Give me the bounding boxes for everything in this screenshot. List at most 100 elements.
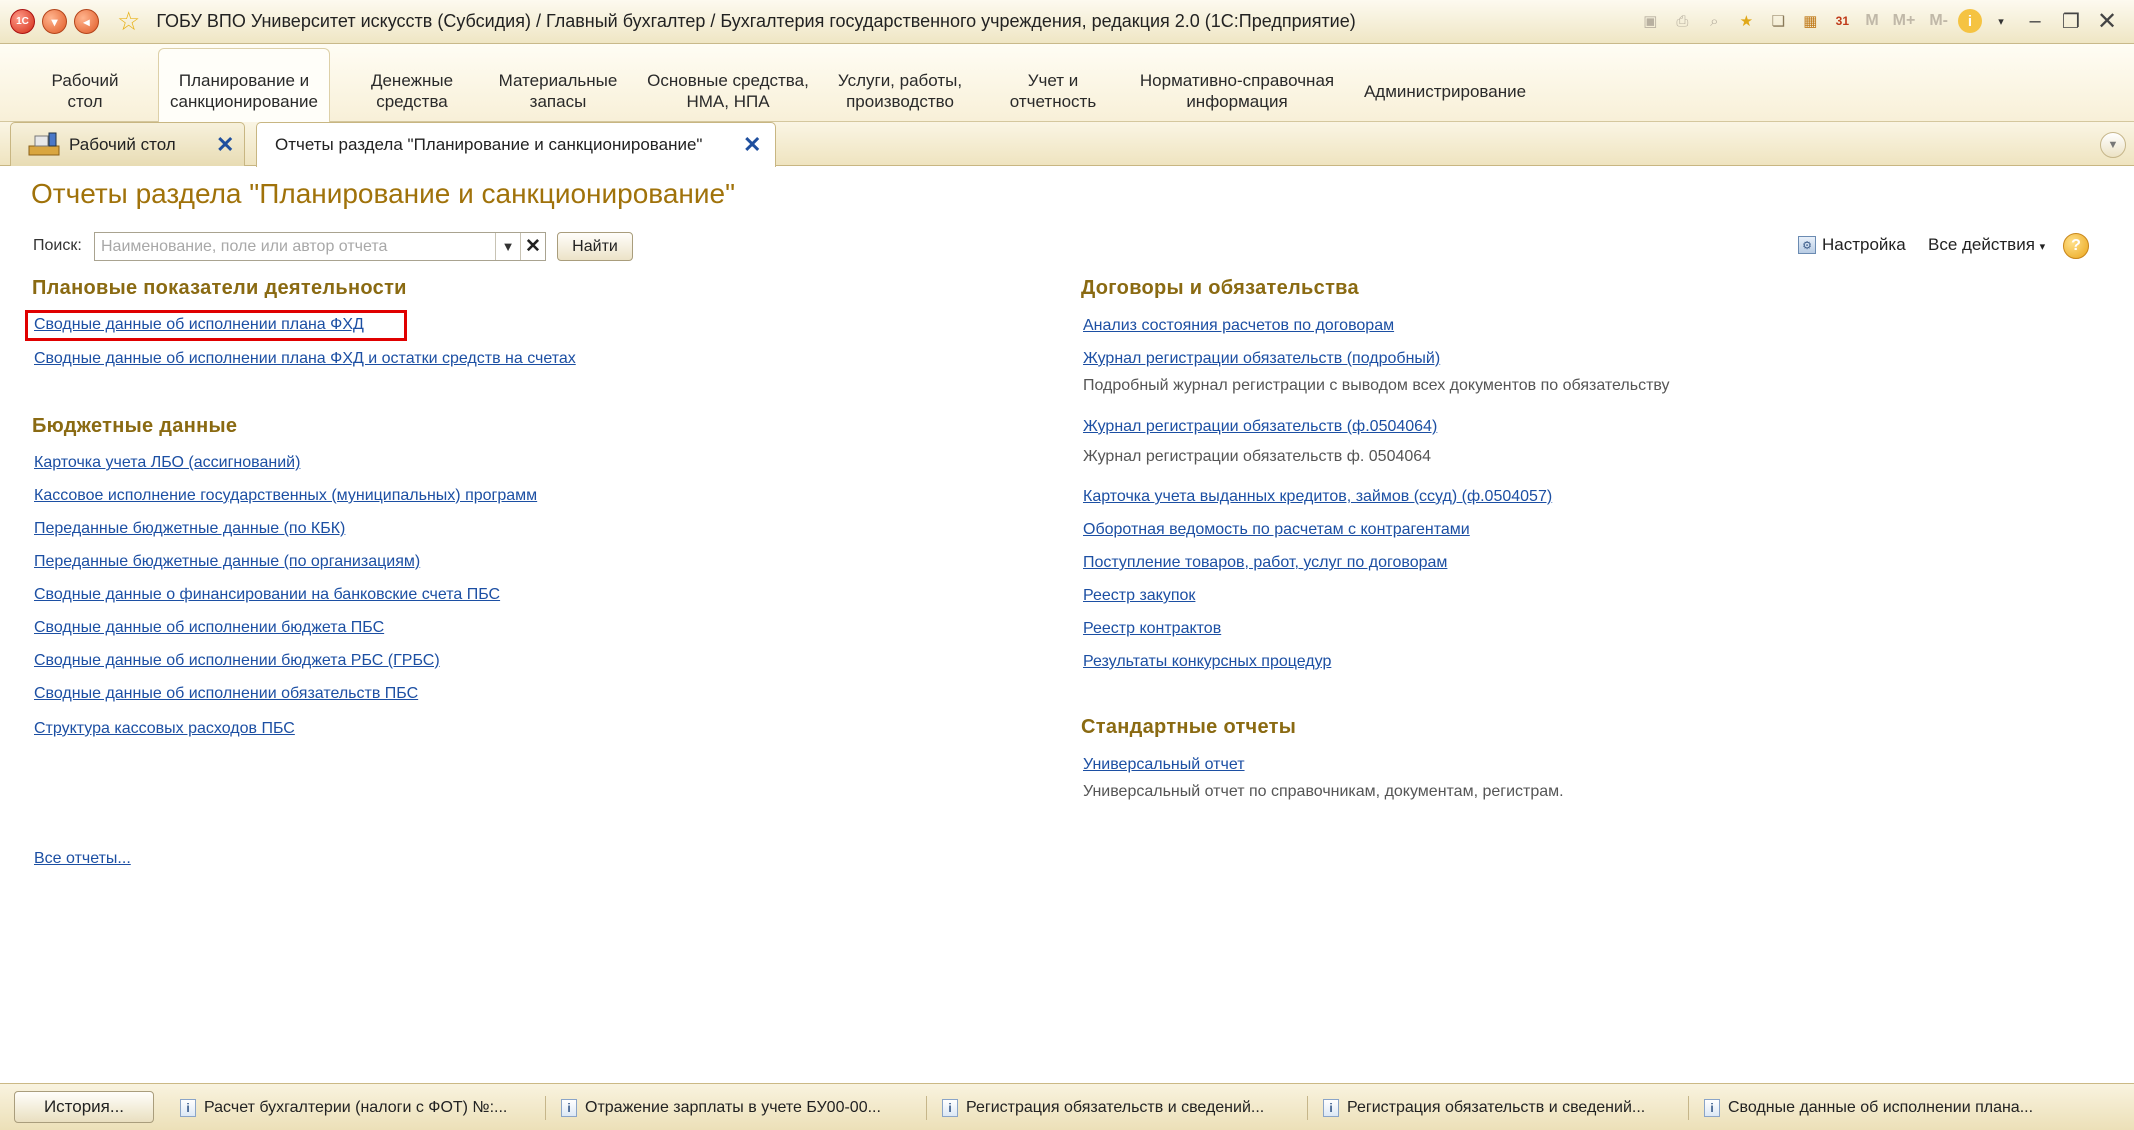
report-link-programs[interactable]: Кассовое исполнение государственных (мун…	[34, 487, 537, 505]
history-separator	[545, 1096, 546, 1120]
section-services[interactable]: Услуги, работы, производство	[830, 70, 970, 112]
app-logo-icon[interactable]: 1С	[10, 9, 35, 34]
history-separator	[1307, 1096, 1308, 1120]
report-desc-universal: Универсальный отчет по справочникам, док…	[1083, 783, 1564, 800]
section-fixed-assets[interactable]: Основные средства, НМА, НПА	[640, 70, 816, 112]
section-materials[interactable]: Материальные запасы	[490, 70, 626, 112]
history-item[interactable]: i Отражение зарплаты в учете БУ00-00...	[561, 1095, 881, 1121]
info-dropdown-icon[interactable]: ▾	[1988, 8, 2014, 34]
report-link-fhd-plan-balances[interactable]: Сводные данные об исполнении плана ФХД и…	[34, 350, 576, 368]
add-favorite-icon[interactable]: ★	[1733, 8, 1759, 34]
report-link-budget-kbk[interactable]: Переданные бюджетные данные (по КБК)	[34, 520, 345, 538]
all-actions-menu[interactable]: Все действия ▾	[1928, 235, 2045, 255]
help-icon[interactable]: ?	[2063, 233, 2089, 259]
report-link-budget-orgs[interactable]: Переданные бюджетные данные (по организа…	[34, 553, 420, 571]
info-doc-icon: i	[561, 1099, 577, 1117]
section-accounting[interactable]: Учет и отчетность	[1000, 70, 1106, 112]
title-bar: 1С ▾ ◂ ☆ ГОБУ ВПО Университет искусств (…	[0, 0, 2134, 44]
close-tab-desktop-icon[interactable]: ✕	[216, 132, 234, 158]
section-panel: Рабочий стол Планирование и санкциониров…	[0, 44, 2134, 122]
report-desc-obligations-journal-0504064: Журнал регистрации обязательств ф. 05040…	[1083, 448, 1432, 465]
history-item-label: Сводные данные об исполнении плана...	[1728, 1099, 2034, 1116]
all-actions-dropdown-icon: ▾	[2039, 241, 2046, 253]
section-reference[interactable]: Нормативно-справочная информация	[1130, 70, 1344, 112]
report-link-purchase-registry[interactable]: Реестр закупок	[1083, 587, 1195, 605]
minimize-icon[interactable]: –	[2020, 6, 2050, 36]
group-heading-standard: Стандартные отчеты	[1081, 716, 1297, 738]
report-link-tender-results[interactable]: Результаты конкурсных процедур	[1083, 653, 1331, 671]
calendar-icon[interactable]: 31	[1829, 8, 1855, 34]
report-link-universal[interactable]: Универсальный отчет	[1083, 756, 1245, 774]
group-heading-plan: Плановые показатели деятельности	[32, 277, 407, 299]
page-title: Отчеты раздела "Планирование и санкциони…	[31, 178, 736, 209]
history-item[interactable]: i Сводные данные об исполнении плана...	[1704, 1095, 2033, 1121]
history-item[interactable]: i Регистрация обязательств и сведений...	[1323, 1095, 1645, 1121]
report-link-budget-rbs[interactable]: Сводные данные об исполнении бюджета РБС…	[34, 652, 440, 670]
section-admin[interactable]: Администрирование	[1362, 81, 1528, 102]
report-link-counterparty-turnover[interactable]: Оборотная ведомость по расчетам с контра…	[1083, 521, 1470, 539]
history-separator	[1688, 1096, 1689, 1120]
report-link-loans-card[interactable]: Карточка учета выданных кредитов, займов…	[1083, 488, 1552, 506]
search-input[interactable]	[95, 233, 495, 260]
report-link-obligations-journal-detailed[interactable]: Журнал регистрации обязательств (подробн…	[1083, 350, 1440, 368]
find-button[interactable]: Найти	[557, 232, 633, 261]
tab-desktop[interactable]: Рабочий стол ✕	[10, 122, 245, 166]
group-heading-contracts: Договоры и обязательства	[1081, 277, 1359, 299]
save-icon[interactable]: ▣	[1637, 8, 1663, 34]
info-doc-icon: i	[1323, 1099, 1339, 1117]
report-link-obligations-pbs[interactable]: Сводные данные об исполнении обязательст…	[34, 685, 418, 703]
report-link-financing[interactable]: Сводные данные о финансировании на банко…	[34, 586, 500, 604]
history-item[interactable]: i Расчет бухгалтерии (налоги с ФОТ) №:..…	[180, 1095, 507, 1121]
desktop-icon	[27, 130, 61, 160]
history-separator	[926, 1096, 927, 1120]
preview-icon[interactable]: ⌕	[1701, 8, 1727, 34]
print-icon[interactable]: ⎙	[1669, 8, 1695, 34]
tabs-list-icon[interactable]: ▼	[2100, 132, 2126, 158]
report-link-lbo-card[interactable]: Карточка учета ЛБО (ассигнований)	[34, 454, 300, 472]
memory-plus-button[interactable]: M+	[1889, 8, 1920, 34]
section-desktop[interactable]: Рабочий стол	[48, 70, 122, 112]
main-menu-icon[interactable]: ▾	[42, 9, 67, 34]
memory-minus-button[interactable]: M-	[1925, 8, 1952, 34]
report-link-obligations-journal-0504064[interactable]: Журнал регистрации обязательств (ф.05040…	[1083, 418, 1437, 436]
history-item-label: Регистрация обязательств и сведений...	[966, 1099, 1265, 1116]
report-link-fhd-plan[interactable]: Сводные данные об исполнении плана ФХД	[34, 316, 364, 334]
calculator-icon[interactable]: ▦	[1797, 8, 1823, 34]
history-item-label: Регистрация обязательств и сведений...	[1347, 1099, 1646, 1116]
restore-icon[interactable]: ❐	[2056, 6, 2086, 36]
history-bar: История... i Расчет бухгалтерии (налоги …	[0, 1083, 2134, 1130]
report-link-contracts-analysis[interactable]: Анализ состояния расчетов по договорам	[1083, 317, 1394, 335]
section-planning[interactable]: Планирование и санкционирование	[158, 48, 330, 122]
search-dropdown-icon[interactable]: ▼	[495, 233, 520, 260]
info-doc-icon: i	[1704, 1099, 1720, 1117]
settings-label: Настройка	[1822, 235, 1906, 254]
tab-desktop-label: Рабочий стол	[69, 134, 176, 154]
memory-m-button[interactable]: M	[1861, 8, 1882, 34]
close-window-icon[interactable]: ✕	[2092, 6, 2122, 36]
history-button[interactable]: История...	[14, 1091, 154, 1123]
info-doc-icon: i	[942, 1099, 958, 1117]
history-item-label: Отражение зарплаты в учете БУ00-00...	[585, 1099, 881, 1116]
tab-planning-reports[interactable]: Отчеты раздела "Планирование и санкциони…	[256, 122, 776, 167]
bookmark-icon[interactable]: ❏	[1765, 8, 1791, 34]
favorites-star-icon[interactable]: ☆	[117, 6, 140, 37]
all-reports-link[interactable]: Все отчеты...	[34, 850, 131, 868]
search-label: Поиск:	[33, 237, 82, 254]
settings-icon: ⚙	[1798, 236, 1816, 254]
close-tab-planning-reports-icon[interactable]: ✕	[743, 132, 761, 158]
history-item[interactable]: i Регистрация обязательств и сведений...	[942, 1095, 1264, 1121]
report-link-cash-structure[interactable]: Структура кассовых расходов ПБС	[34, 720, 295, 738]
report-link-budget-pbs[interactable]: Сводные данные об исполнении бюджета ПБС	[34, 619, 384, 637]
report-link-goods-receipt[interactable]: Поступление товаров, работ, услуг по дог…	[1083, 554, 1447, 572]
tab-planning-reports-label: Отчеты раздела "Планирование и санкциони…	[275, 135, 703, 154]
all-actions-label: Все действия	[1928, 235, 2035, 254]
search-box: ▼ ✕	[94, 232, 546, 261]
settings-button[interactable]: ⚙ Настройка	[1798, 235, 1906, 255]
window-title: ГОБУ ВПО Университет искусств (Субсидия)…	[156, 11, 1356, 31]
back-icon[interactable]: ◂	[74, 9, 99, 34]
search-clear-icon[interactable]: ✕	[520, 233, 545, 260]
section-cash[interactable]: Денежные средства	[364, 70, 460, 112]
info-icon[interactable]: i	[1958, 9, 1982, 33]
report-desc-obligations-journal-detailed: Подробный журнал регистрации с выводом в…	[1083, 377, 1670, 394]
report-link-contracts-registry[interactable]: Реестр контрактов	[1083, 620, 1221, 638]
